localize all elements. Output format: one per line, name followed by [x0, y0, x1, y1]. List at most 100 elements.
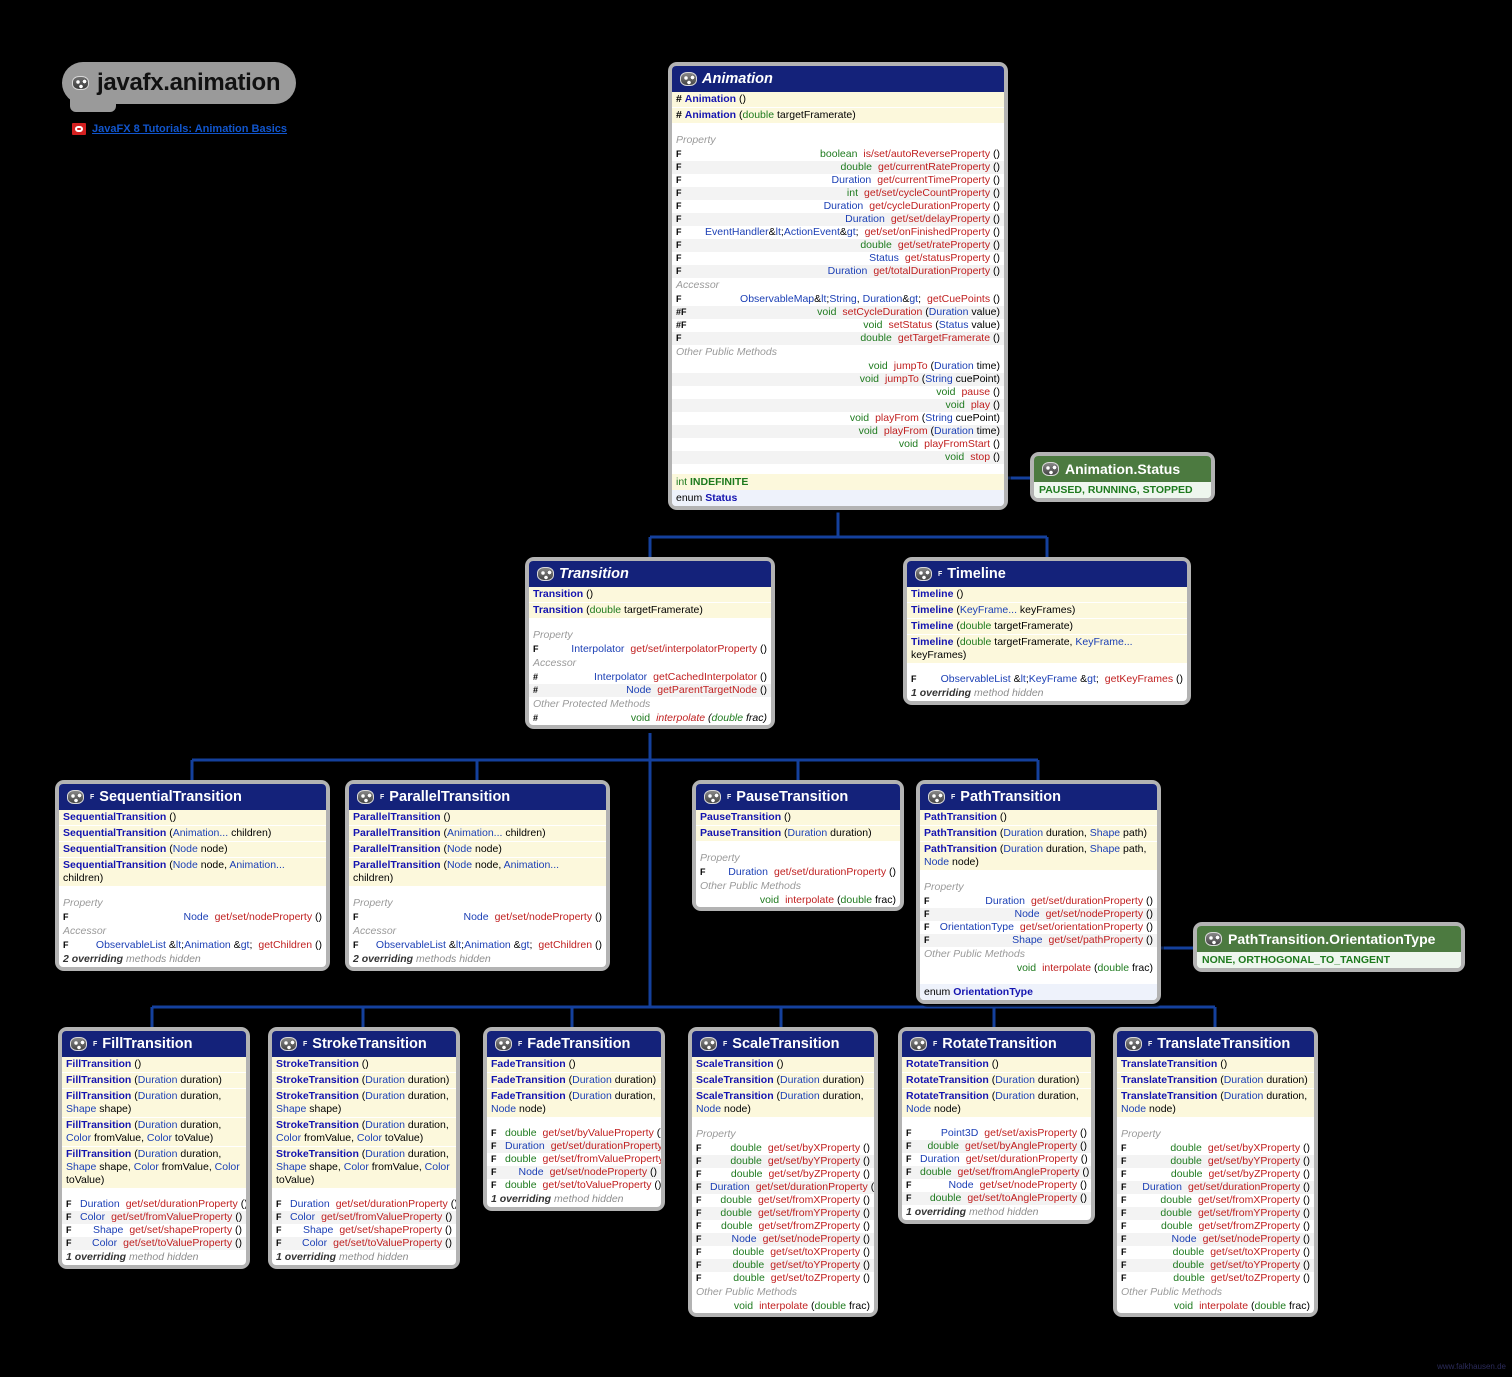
- section-label: Property: [353, 897, 393, 909]
- member-signature: get/set/toZProperty (): [770, 1272, 870, 1284]
- visibility-marker: #F: [676, 320, 687, 330]
- constructor-row: # Animation (): [672, 92, 1004, 108]
- member-row: Fdouble get/set/byZProperty (): [692, 1168, 874, 1181]
- member-signature: interpolate (double frac): [785, 894, 896, 906]
- section-label: Accessor: [676, 279, 720, 291]
- constructor-row: SequentialTransition (Animation... child…: [59, 826, 326, 842]
- visibility-marker: #F: [676, 307, 687, 317]
- member-signature: get/set/durationProperty (): [965, 1153, 1088, 1165]
- film-reel-icon: [280, 1037, 297, 1051]
- class-box-translate_transition[interactable]: F TranslateTransition TranslateTransition …: [1113, 1027, 1318, 1317]
- return-type: EventHandler&lt;ActionEvent&gt;: [705, 226, 859, 238]
- member-signature: pause (): [961, 386, 1000, 398]
- class-name: TranslateTransition: [1157, 1036, 1291, 1052]
- member-signature: getCachedInterpolator (): [653, 671, 767, 683]
- constructor-row: Transition (): [529, 587, 771, 603]
- visibility-marker: F: [491, 1154, 497, 1164]
- enum-box-animation_status[interactable]: Animation.Status PAUSED, RUNNING, STOPPED: [1030, 452, 1215, 502]
- section-label: Other Public Methods: [700, 880, 801, 892]
- visibility-marker: F: [353, 940, 359, 950]
- row-spacer: [672, 464, 1004, 473]
- class-box-rotate_transition[interactable]: F RotateTransition RotateTransition () Rota…: [898, 1027, 1095, 1224]
- return-type: double: [1172, 1246, 1205, 1258]
- member-row: #F void setCycleDuration (Duration value): [672, 306, 1004, 319]
- member-row: Fdouble get/set/fromYProperty (): [692, 1207, 874, 1220]
- member-signature: get/set/nodeProperty (): [762, 1233, 870, 1245]
- class-box-stroke_transition[interactable]: F StrokeTransition StrokeTransition () Stro…: [268, 1027, 460, 1269]
- member-row: F Duration get/set/durationProperty (): [920, 895, 1157, 908]
- return-type: ObservableList &lt;Animation &gt;: [95, 939, 253, 951]
- return-type: Duration: [1142, 1181, 1182, 1193]
- visibility-marker: F: [676, 294, 682, 304]
- section-label: Property: [696, 1128, 736, 1140]
- return-type: void: [630, 712, 651, 724]
- return-type: Shape: [1012, 934, 1043, 946]
- member-row: void playFrom (String cuePoint): [672, 412, 1004, 425]
- final-marker: F: [933, 1040, 938, 1048]
- class-box-scale_transition[interactable]: F ScaleTransition ScaleTransition () ScaleT…: [688, 1027, 878, 1317]
- visibility-marker: F: [1121, 1221, 1127, 1231]
- member-row: F EventHandler&lt;ActionEvent&gt; get/set/…: [672, 226, 1004, 239]
- class-box-pause_transition[interactable]: F PauseTransition PauseTransition () PauseT…: [692, 780, 904, 911]
- class-box-transition[interactable]: Transition Transition () Transition (doubl…: [525, 557, 775, 729]
- class-box-fill_transition[interactable]: F FillTransition FillTransition () FillTran…: [58, 1027, 250, 1269]
- class-box-animation[interactable]: Animation # Animation () # Animation (doub…: [668, 62, 1008, 510]
- return-type: double: [1170, 1168, 1203, 1180]
- nested-enum-row[interactable]: enum Status: [672, 490, 1004, 506]
- return-type: double: [920, 1166, 952, 1178]
- return-type: double: [929, 1192, 962, 1204]
- member-row: F Duration get/currentTimeProperty (): [672, 174, 1004, 187]
- return-type: Node: [518, 1166, 544, 1178]
- member-signature: get/set/shapeProperty (): [129, 1224, 242, 1236]
- member-signature: get/set/fromAngleProperty (): [957, 1166, 1090, 1178]
- member-signature: get/set/toValueProperty (): [333, 1237, 452, 1249]
- visibility-marker: F: [676, 227, 682, 237]
- visibility-marker: F: [491, 1180, 497, 1190]
- class-box-fade_transition[interactable]: F FadeTransition FadeTransition () FadeTran…: [483, 1027, 665, 1211]
- visibility-marker: F: [676, 188, 682, 198]
- constructor-row: FadeTransition (Duration duration, Node …: [487, 1089, 661, 1118]
- section-label: Property: [700, 852, 740, 864]
- member-signature: interpolate (double frac): [1042, 962, 1153, 974]
- section-label: Accessor: [353, 925, 397, 937]
- nested-enum-row[interactable]: enum OrientationType: [920, 984, 1157, 1000]
- tutorial-link[interactable]: JavaFX 8 Tutorials: Animation Basics: [72, 123, 287, 135]
- visibility-marker: F: [491, 1167, 497, 1177]
- member-row: Fdouble get/set/byXProperty (): [1117, 1142, 1314, 1155]
- member-signature: get/set/fromXProperty (): [757, 1194, 870, 1206]
- visibility-marker: F: [924, 922, 930, 932]
- film-reel-icon: [928, 790, 945, 804]
- film-reel-icon: [67, 790, 84, 804]
- visibility-marker: F: [696, 1208, 702, 1218]
- film-reel-icon: [910, 1037, 927, 1051]
- member-row: Fboolean is/set/autoReverseProperty (): [672, 148, 1004, 161]
- constructor-row: RotateTransition (Duration duration, Nod…: [902, 1089, 1091, 1118]
- constructor-row: SequentialTransition (Node node, Animati…: [59, 858, 326, 887]
- film-reel-icon: [72, 76, 89, 90]
- member-row: F Color get/set/toValueProperty (): [62, 1237, 246, 1250]
- member-signature: get/set/durationProperty (): [774, 866, 896, 878]
- return-type: void: [944, 451, 965, 463]
- return-type: double: [732, 1246, 765, 1258]
- visibility-marker: F: [63, 940, 69, 950]
- class-box-sequential_transition[interactable]: F SequentialTransition SequentialTransitio…: [55, 780, 330, 971]
- member-row: F Duration get/cycleDurationProperty (): [672, 200, 1004, 213]
- constructor-row: SequentialTransition (): [59, 810, 326, 826]
- class-box-parallel_transition[interactable]: F ParallelTransition ParallelTransition ()…: [345, 780, 610, 971]
- member-signature: getChildren (): [258, 939, 322, 951]
- member-row: Fdouble get/set/toValueProperty (): [487, 1179, 661, 1192]
- tutorial-link-label[interactable]: JavaFX 8 Tutorials: Animation Basics: [92, 123, 287, 135]
- member-row: Fdouble get/currentRateProperty (): [672, 161, 1004, 174]
- constructor-row: FadeTransition (): [487, 1057, 661, 1073]
- member-signature: get/set/durationProperty (): [125, 1198, 246, 1210]
- enum-box-orientation_type[interactable]: PathTransition.OrientationType NONE, ORTH…: [1193, 922, 1465, 972]
- member-row: F Duration get/set/durationProperty (): [902, 1153, 1091, 1166]
- member-signature: get/set/toZProperty (): [1210, 1272, 1310, 1284]
- member-signature: get/currentTimeProperty (): [877, 174, 1000, 186]
- class-box-timeline[interactable]: F Timeline Timeline () Timeline (KeyFrame..…: [903, 557, 1191, 705]
- class-box-path_transition[interactable]: F PathTransition PathTransition () PathTran…: [916, 780, 1161, 1004]
- member-signature: get/set/durationProperty (): [335, 1198, 456, 1210]
- member-signature: playFromStart (): [924, 438, 1000, 450]
- return-type: void: [1016, 962, 1037, 974]
- member-signature: get/set/onFinishedProperty (): [864, 226, 1000, 238]
